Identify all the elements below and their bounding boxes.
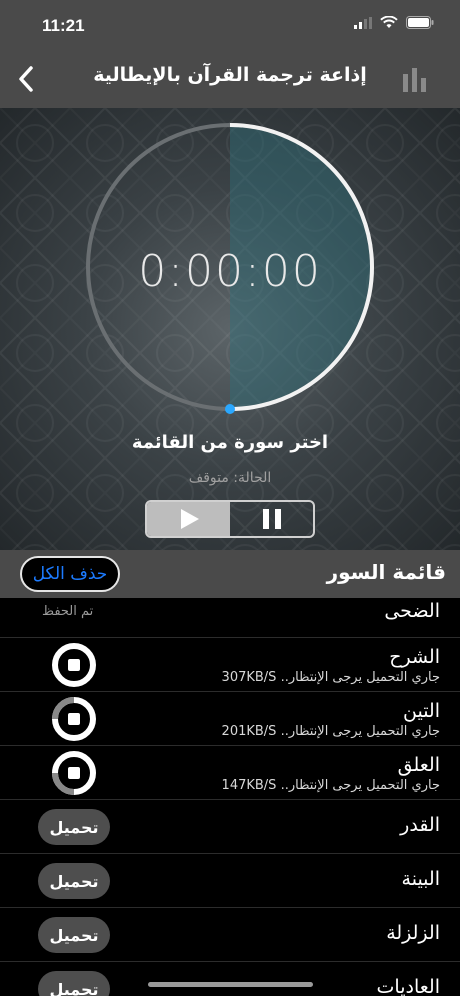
surah-name: الشرح [389, 646, 440, 668]
select-surah-prompt: اختر سورة من القائمة [131, 432, 329, 453]
elapsed-timer: 0:00:00 [138, 246, 322, 297]
download-button[interactable]: تحميل [38, 809, 110, 845]
download-progress-text: جاري التحميل يرجى الإنتظار.. 201KB/S [221, 724, 440, 739]
back-chevron-icon[interactable] [12, 64, 42, 94]
wifi-icon [380, 16, 398, 28]
surah-row-duha[interactable]: الضحى تم الحفظ [0, 598, 460, 638]
stop-download-icon[interactable] [52, 643, 96, 687]
equalizer-bars-icon[interactable] [402, 68, 428, 92]
download-progress-text: جاري التحميل يرجى الإنتظار.. 147KB/S [221, 778, 440, 793]
download-button[interactable]: تحميل [38, 863, 110, 899]
download-button[interactable]: تحميل [38, 917, 110, 953]
surah-row-qadr[interactable]: القدر تحميل [0, 800, 460, 854]
page-title: إذاعة ترجمة القرآن بالإيطالية [93, 64, 367, 86]
player-panel: 0:00:00 اختر سورة من القائمة الحالة: متو… [0, 108, 460, 550]
surah-name: العاديات [376, 976, 440, 996]
surah-row-alaq[interactable]: العلق جاري التحميل يرجى الإنتظار.. 147KB… [0, 746, 460, 800]
download-progress-text: جاري التحميل يرجى الإنتظار.. 307KB/S [221, 670, 440, 685]
surah-row-zalzala[interactable]: الزلزلة تحميل [0, 908, 460, 962]
surah-list[interactable]: الضحى تم الحفظ الشرح جاري التحميل يرجى ا… [0, 598, 460, 996]
surah-row-tin[interactable]: التين جاري التحميل يرجى الإنتظار.. 201KB… [0, 692, 460, 746]
surah-name: التين [403, 700, 440, 722]
playback-status: الحالة: متوقف [188, 470, 272, 486]
surah-name: العلق [397, 754, 440, 776]
surah-list-title: قائمة السور [326, 560, 446, 584]
play-button[interactable] [147, 502, 230, 536]
surah-name: القدر [400, 814, 440, 836]
battery-icon [406, 16, 434, 29]
pause-button[interactable] [230, 502, 313, 536]
surah-list-header: قائمة السور حذف الكل [0, 550, 460, 598]
home-indicator[interactable] [148, 982, 313, 987]
surah-name: الزلزلة [386, 922, 440, 944]
cellular-signal-icon [354, 16, 372, 29]
stop-download-icon[interactable] [52, 697, 96, 741]
pause-icon [262, 509, 281, 529]
playback-controls [145, 500, 315, 538]
saved-label: تم الحفظ [42, 604, 94, 619]
navigation-bar: إذاعة ترجمة القرآن بالإيطالية [0, 50, 460, 108]
download-button[interactable]: تحميل [38, 971, 110, 996]
surah-row-adiyat[interactable]: العاديات تحميل [0, 962, 460, 996]
system-icons [354, 16, 434, 29]
play-icon [180, 509, 199, 529]
surah-row-bayyina[interactable]: البينة تحميل [0, 854, 460, 908]
delete-all-button[interactable]: حذف الكل [20, 556, 120, 592]
stop-download-icon[interactable] [52, 751, 96, 795]
status-time: 11:21 [42, 16, 85, 35]
surah-row-sharh[interactable]: الشرح جاري التحميل يرجى الإنتظار.. 307KB… [0, 638, 460, 692]
surah-name: الضحى [384, 600, 440, 622]
surah-name: البينة [401, 868, 440, 890]
status-bar: 11:21 [0, 0, 460, 50]
